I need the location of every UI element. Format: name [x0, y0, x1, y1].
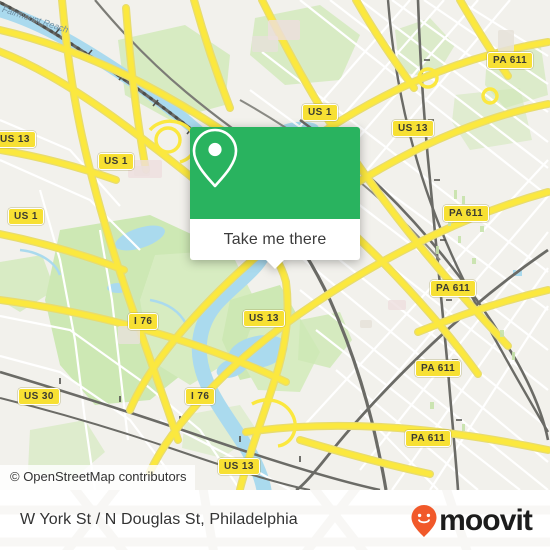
road-shield-i76-lower[interactable]: I 76 [185, 388, 216, 405]
road-shield-us1-top[interactable]: US 1 [302, 104, 338, 121]
map-pin-icon [192, 128, 238, 188]
popup-pointer-tail [265, 259, 285, 269]
road-shield-us1-left[interactable]: US 1 [8, 208, 44, 225]
road-shield-us1-mid[interactable]: US 1 [98, 153, 134, 170]
moovit-pin-icon [411, 505, 437, 537]
location-title: W York St / N Douglas St, Philadelphia [20, 511, 298, 528]
road-shield-pa611-lower[interactable]: PA 611 [415, 360, 462, 377]
road-shield-us13-west[interactable]: US 13 [0, 131, 36, 148]
moovit-wordmark: moovit [439, 504, 533, 537]
popup-icon-panel [190, 127, 360, 219]
osm-attribution[interactable]: © OpenStreetMap contributors [0, 465, 195, 490]
road-shield-us13-bottom[interactable]: US 13 [218, 458, 260, 475]
popup-action-bar[interactable]: Take me there [190, 219, 360, 269]
road-shield-i76-upper[interactable]: I 76 [128, 313, 159, 330]
road-shield-us30[interactable]: US 30 [18, 388, 60, 405]
road-shield-us13-top[interactable]: US 13 [392, 120, 434, 137]
road-shield-pa611-bottom[interactable]: PA 611 [405, 430, 452, 447]
map-canvas[interactable]: Fairmount Reach US 13 US 1 US 1 US 1 US … [0, 0, 550, 490]
road-shield-pa611-top[interactable]: PA 611 [487, 52, 534, 69]
road-shield-pa611-upper[interactable]: PA 611 [443, 205, 490, 222]
take-me-there-label: Take me there [223, 230, 327, 248]
moovit-brand-logo[interactable]: moovit [410, 504, 533, 538]
take-me-there-popup[interactable]: Take me there [190, 127, 360, 269]
road-shield-pa611-mid[interactable]: PA 611 [430, 280, 477, 297]
road-shield-us13-center[interactable]: US 13 [243, 310, 285, 327]
moovit-map-screenshot: Fairmount Reach US 13 US 1 US 1 US 1 US … [0, 0, 550, 550]
footer-bar: W York St / N Douglas St, Philadelphia m… [0, 490, 550, 550]
